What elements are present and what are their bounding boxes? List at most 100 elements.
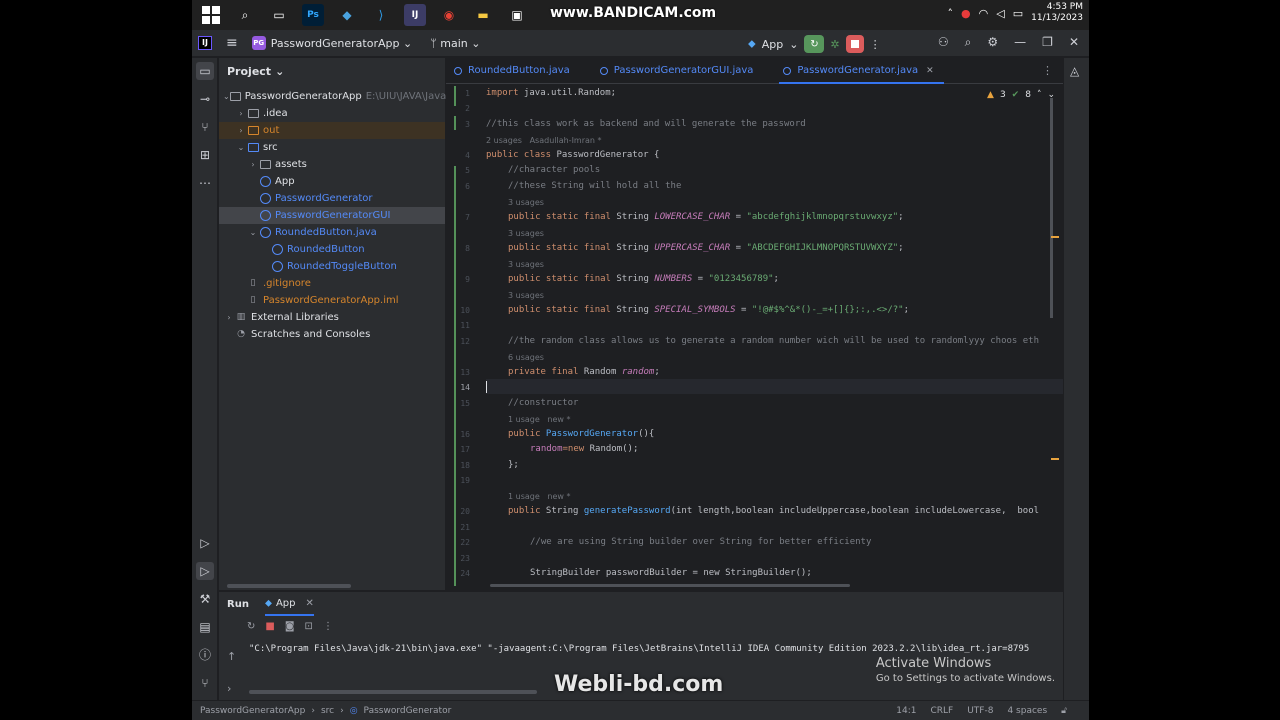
main-menu-icon[interactable]: ≡ — [226, 35, 238, 51]
more-tabs-icon[interactable]: ⋮ — [1042, 64, 1053, 77]
restore-icon[interactable]: ❐ — [1042, 35, 1053, 50]
windows-start-icon[interactable] — [202, 6, 220, 24]
editor-hscrollbar[interactable] — [490, 584, 850, 587]
console-scrollbar[interactable] — [249, 690, 537, 694]
warning-marker[interactable] — [1051, 458, 1059, 460]
folder-icon[interactable]: ▬ — [472, 4, 494, 26]
files-icon[interactable]: ◆ — [336, 4, 358, 26]
battery-icon[interactable]: ▭ — [1013, 7, 1023, 20]
usage-hint[interactable]: 3 usages — [508, 291, 544, 300]
volume-icon[interactable]: ◁ — [996, 7, 1004, 20]
close-tab-icon[interactable]: ✕ — [306, 598, 314, 609]
photoshop-icon[interactable]: Ps — [302, 4, 324, 26]
breadcrumb-src[interactable]: src — [321, 706, 334, 716]
more-icon[interactable]: ⋮ — [870, 38, 881, 51]
usage-hint[interactable]: 3 usages — [508, 198, 544, 207]
run-tab-app[interactable]: ⬥ App ✕ — [264, 592, 314, 616]
tree-node-roundedtogglebutton[interactable]: RoundedToggleButton — [219, 258, 445, 275]
build-icon[interactable]: ⚒ — [196, 590, 214, 608]
restore-layout-icon[interactable]: ⊡ — [305, 621, 313, 632]
problems-icon[interactable]: ⓘ — [196, 646, 214, 664]
tree-node-passwordgeneratorgui[interactable]: PasswordGeneratorGUI — [219, 207, 445, 224]
camera-icon[interactable]: ◙ — [285, 621, 295, 632]
tab-roundedbutton[interactable]: RoundedButton.java — [446, 58, 584, 84]
tree-node-roundedbutton[interactable]: RoundedButton — [219, 241, 445, 258]
more-icon[interactable]: ⋮ — [323, 621, 333, 632]
minimize-icon[interactable]: — — [1014, 35, 1026, 50]
search-icon[interactable]: ⌕ — [234, 4, 256, 26]
project-scrollbar[interactable] — [227, 584, 351, 588]
class-icon — [783, 66, 792, 75]
tree-node-app[interactable]: App — [219, 173, 445, 190]
tree-node-scratches[interactable]: ◔ Scratches and Consoles — [219, 326, 445, 343]
pull-requests-icon[interactable]: ⑂ — [196, 118, 214, 136]
settings-gear-icon[interactable]: ⚙ — [987, 35, 998, 50]
tree-node-gitignore[interactable]: ▯ .gitignore — [219, 275, 445, 292]
scratches-icon: ◔ — [237, 329, 245, 339]
file-encoding[interactable]: UTF-8 — [967, 706, 993, 716]
intellij-icon[interactable]: IJ — [404, 4, 426, 26]
notifications-icon[interactable]: ◬ — [1070, 64, 1079, 78]
stop-icon[interactable]: ■ — [265, 621, 274, 632]
tree-node-idea[interactable]: › .idea — [219, 105, 445, 122]
record-icon[interactable]: ● — [961, 7, 971, 20]
lock-icon[interactable]: 🔓︎ — [1061, 706, 1067, 716]
rerun-button[interactable]: ↻ — [804, 35, 825, 53]
close-tab-icon[interactable]: ✕ — [926, 66, 934, 76]
run-config-selector[interactable]: App — [762, 38, 784, 51]
tree-node-external-libraries[interactable]: › ▥ External Libraries — [219, 309, 445, 326]
tree-node-iml[interactable]: ▯ PasswordGeneratorApp.iml — [219, 292, 445, 309]
project-panel-header[interactable]: Project ⌄ — [219, 58, 445, 84]
expand-icon[interactable]: › — [227, 682, 231, 695]
chevron-up-icon[interactable]: ˄ — [948, 7, 954, 20]
usage-hint[interactable]: 6 usages — [508, 353, 544, 362]
tree-node-assets[interactable]: › assets — [219, 156, 445, 173]
tree-node-src[interactable]: ⌄ src — [219, 139, 445, 156]
chevron-down-icon[interactable]: ⌄ — [789, 38, 798, 51]
store-icon[interactable]: ▣ — [506, 4, 528, 26]
tree-node-passwordgenerator[interactable]: PasswordGenerator — [219, 190, 445, 207]
scroll-up-icon[interactable]: ↑ — [227, 650, 236, 663]
add-user-icon[interactable]: ⚇ — [938, 35, 949, 50]
tab-passwordgenerator[interactable]: PasswordGenerator.java ✕ — [775, 58, 947, 84]
git-icon[interactable]: ⑂ — [196, 674, 214, 692]
usage-hint[interactable]: 1 usage new * — [508, 492, 570, 501]
services-icon[interactable]: ▷ — [196, 534, 214, 552]
class-icon — [271, 244, 283, 256]
usage-hint[interactable]: 3 usages — [508, 260, 544, 269]
caret-position[interactable]: 14:1 — [896, 706, 916, 716]
line-separator[interactable]: CRLF — [930, 706, 953, 716]
commit-icon[interactable]: ⊸ — [196, 90, 214, 108]
tab-passwordgeneratorgui[interactable]: PasswordGeneratorGUI.java — [592, 58, 768, 84]
more-tools-icon[interactable]: ⋯ — [196, 174, 214, 192]
close-icon[interactable]: ✕ — [1069, 35, 1079, 50]
terminal-icon[interactable]: ▤ — [196, 618, 214, 636]
branch-switcher[interactable]: ᛘ main ⌄ — [430, 37, 480, 50]
project-switcher[interactable]: PasswordGeneratorApp ⌄ — [271, 37, 412, 50]
chrome-icon[interactable]: ◉ — [438, 4, 460, 26]
rerun-icon[interactable]: ↻ — [247, 621, 255, 632]
vscode-icon[interactable]: ⟩ — [370, 4, 392, 26]
task-view-icon[interactable]: ▭ — [268, 4, 290, 26]
breadcrumb-project[interactable]: PasswordGeneratorApp — [200, 706, 305, 716]
wifi-icon[interactable]: ◠ — [979, 7, 989, 20]
usage-hint[interactable]: 1 usage new * — [508, 415, 570, 424]
run-tool-icon[interactable]: ▷ — [196, 562, 214, 580]
console-output[interactable]: "C:\Program Files\Java\jdk-21\bin\java.e… — [249, 644, 1029, 654]
clock[interactable]: 4:53 PM 11/13/2023 — [1031, 2, 1083, 24]
project-folder-icon[interactable]: ▭ — [196, 62, 214, 80]
code-area[interactable]: import java.util.Random; //this class wo… — [486, 86, 1063, 590]
usage-hint[interactable]: 2 usages Asadullah-Imran * — [486, 136, 602, 145]
stop-button[interactable] — [845, 35, 864, 53]
usage-hint[interactable]: 3 usages — [508, 229, 544, 238]
editor-scrollbar[interactable] — [1050, 98, 1053, 318]
tree-node-out[interactable]: › out — [219, 122, 445, 139]
structure-icon[interactable]: ⊞ — [196, 146, 214, 164]
breadcrumb-class[interactable]: PasswordGenerator — [364, 706, 452, 716]
debug-icon[interactable]: ✲ — [830, 38, 839, 51]
tree-node-roundedbutton-java[interactable]: ⌄ RoundedButton.java — [219, 224, 445, 241]
indent-setting[interactable]: 4 spaces — [1007, 706, 1047, 716]
search-everywhere-icon[interactable]: ⌕ — [965, 35, 972, 50]
tree-node-root[interactable]: ⌄ PasswordGeneratorApp E:\UIU\JAVA\Java_… — [219, 88, 458, 105]
warning-marker[interactable] — [1051, 236, 1059, 238]
